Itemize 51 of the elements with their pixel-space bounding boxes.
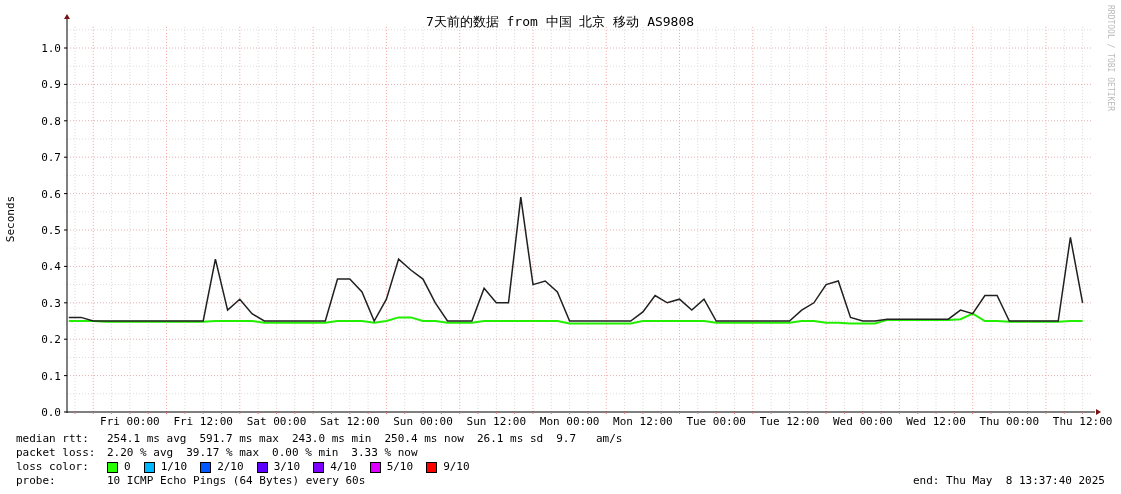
- stat-value: 250.4 ms now: [384, 432, 464, 446]
- stat-value: 9.7 am/s: [556, 432, 623, 446]
- y-tick-label: 0.9: [41, 78, 61, 92]
- legend-label: packet loss:: [16, 446, 94, 460]
- x-tick-label: Thu 00:00: [979, 415, 1040, 428]
- y-tick-label: 0.5: [41, 224, 61, 237]
- swatch-label: 9/10: [443, 460, 470, 474]
- stat-value: 3.33 % now: [351, 446, 418, 460]
- x-tick-label: Tue 12:00: [759, 415, 820, 428]
- legend-label: loss color:: [16, 460, 90, 474]
- stat-value: 243.0 ms min: [291, 432, 372, 446]
- swatch-label: 0: [124, 460, 131, 474]
- swatch-label: 1/10: [160, 460, 188, 474]
- stat-value: 254.1 ms avg: [107, 432, 187, 446]
- x-tick-label: Tue 00:00: [686, 415, 746, 428]
- y-tick-label: 0.1: [41, 369, 61, 383]
- y-tick-label: 1.0: [41, 42, 61, 55]
- y-tick-label: 0.2: [41, 333, 61, 347]
- stat-value: 591.7 ms max: [199, 432, 279, 446]
- x-tick-label: Wed 12:00: [906, 415, 966, 428]
- swatch-label: 5/10: [386, 460, 414, 474]
- y-tick-label: 0.6: [41, 187, 61, 201]
- y-axis-label: Seconds: [4, 195, 17, 243]
- x-tick-label: Fri 00:00: [100, 415, 160, 428]
- swatch-label: 3/10: [273, 460, 301, 474]
- x-tick-label: Sat 00:00: [246, 415, 307, 428]
- swatch-label: 4/10: [330, 460, 357, 474]
- probe-text: 10 ICMP Echo Pings (64 Bytes) every 60s: [107, 474, 366, 488]
- x-tick-label: Fri 12:00: [173, 415, 233, 428]
- y-tick-label: 0.8: [41, 114, 61, 128]
- end-time: end: Thu May 8 13:37:40 2025: [912, 474, 1105, 488]
- swatch-label: 2/10: [217, 460, 244, 474]
- chart-title: 7天前的数据 from 中国 北京 移动 AS9808: [425, 14, 695, 29]
- y-tick-label: 0.4: [41, 260, 61, 274]
- y-tick-label: 0.0: [41, 406, 61, 419]
- x-tick-label: Sat 12:00: [319, 415, 380, 428]
- stat-value: 26.1 ms sd: [476, 432, 544, 446]
- x-tick-label: Mon 00:00: [539, 415, 600, 428]
- legend-label: probe:: [16, 474, 57, 488]
- y-tick-label: 0.7: [41, 151, 61, 165]
- x-tick-label: Sun 00:00: [393, 415, 453, 428]
- x-tick-label: Wed 00:00: [832, 415, 893, 428]
- x-tick-label: Sun 12:00: [466, 415, 527, 428]
- y-tick-label: 0.3: [41, 296, 61, 310]
- x-tick-label: Thu 12:00: [1052, 415, 1113, 428]
- stat-value: 2.20 % avg: [107, 446, 174, 460]
- legend-label: median rtt:: [16, 432, 90, 446]
- credit-text: RRDTOOL / TOBI OETIKER: [1106, 5, 1115, 111]
- x-tick-label: Mon 12:00: [613, 415, 673, 428]
- stat-value: 0.00 % min: [272, 446, 339, 460]
- stat-value: 39.17 % max: [186, 446, 260, 460]
